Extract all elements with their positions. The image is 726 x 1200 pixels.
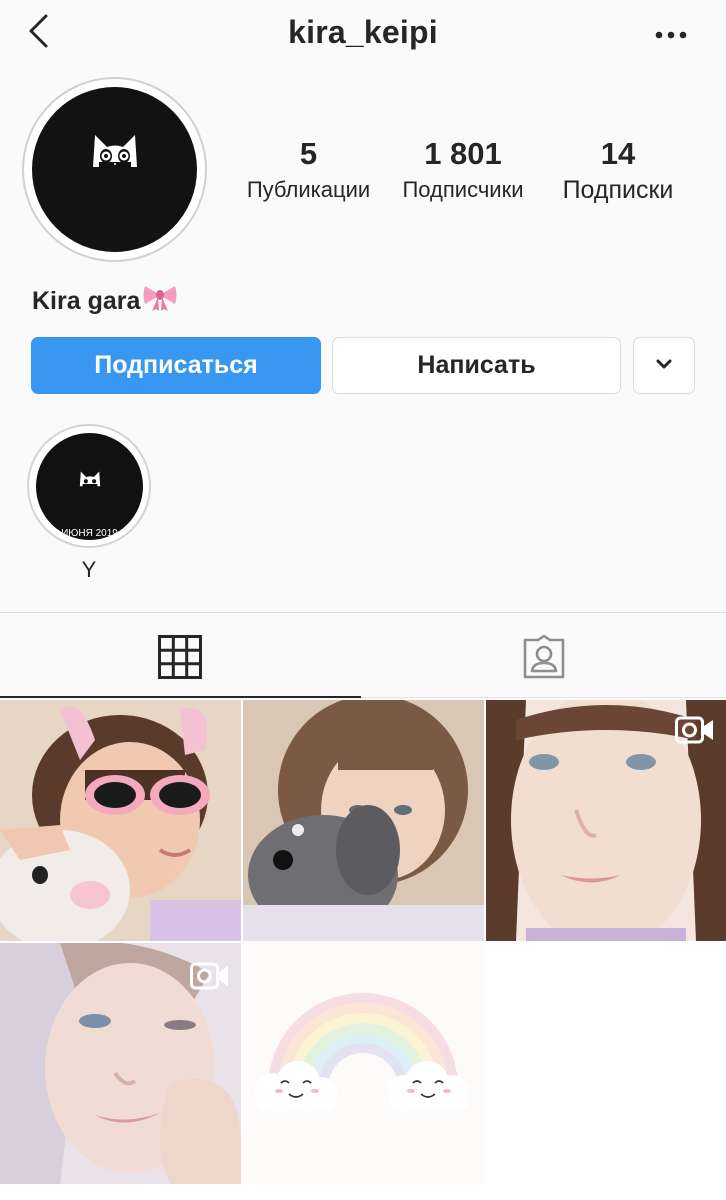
follow-button[interactable]: Подписаться (31, 337, 321, 394)
post-thumbnail[interactable] (0, 943, 241, 1184)
active-tab-indicator (0, 696, 361, 698)
more-horizontal-icon (655, 31, 687, 39)
post-photo (243, 700, 484, 941)
chevron-down-icon (656, 359, 672, 369)
video-camera-icon (190, 962, 228, 990)
tab-tagged[interactable] (361, 613, 726, 699)
profile-username: kira_keipi (288, 14, 438, 50)
highlight-cover[interactable]: ИЮНЯ 2019 (36, 433, 143, 540)
profile-name-text: Kira gara (32, 287, 141, 315)
post-photo (0, 700, 241, 941)
post-thumbnail[interactable] (486, 700, 726, 941)
highlight-label: Y (81, 557, 97, 582)
avatar[interactable] (32, 87, 197, 252)
followers-count-label: Подписчики (402, 177, 524, 202)
following-count-value: 14 (600, 136, 636, 171)
profile-name: Kira gara (32, 282, 178, 316)
post-thumbnail[interactable] (243, 700, 484, 941)
post-photo (243, 943, 484, 1184)
posts-count: 5 Публикации (236, 135, 381, 207)
highlight-cover-date: ИЮНЯ 2019 (61, 528, 118, 539)
more-options-button[interactable] (650, 20, 694, 50)
posts-grid (0, 700, 726, 1200)
grid-icon (158, 635, 202, 679)
post-thumbnail[interactable] (243, 943, 484, 1184)
post-thumbnail[interactable] (0, 700, 241, 941)
tagged-icon (523, 635, 565, 679)
tabs-bottom-border (361, 697, 726, 698)
suggested-accounts-button[interactable] (633, 337, 695, 394)
posts-count-label: Публикации (246, 177, 371, 202)
video-camera-icon (675, 716, 713, 744)
followers-count[interactable]: 1 801 Подписчики (390, 135, 536, 207)
following-count[interactable]: 14 Подписки (548, 135, 688, 207)
cat-face-icon (93, 135, 137, 169)
cat-face-icon (79, 471, 101, 488)
followers-count-value: 1 801 (424, 136, 502, 171)
top-bar: kira_keipi (0, 0, 726, 70)
following-count-label: Подписки (562, 176, 674, 204)
message-button[interactable]: Написать (332, 337, 621, 394)
ribbon-bow-icon (143, 286, 177, 311)
posts-count-value: 5 (299, 136, 318, 171)
tab-grid[interactable] (0, 613, 361, 699)
